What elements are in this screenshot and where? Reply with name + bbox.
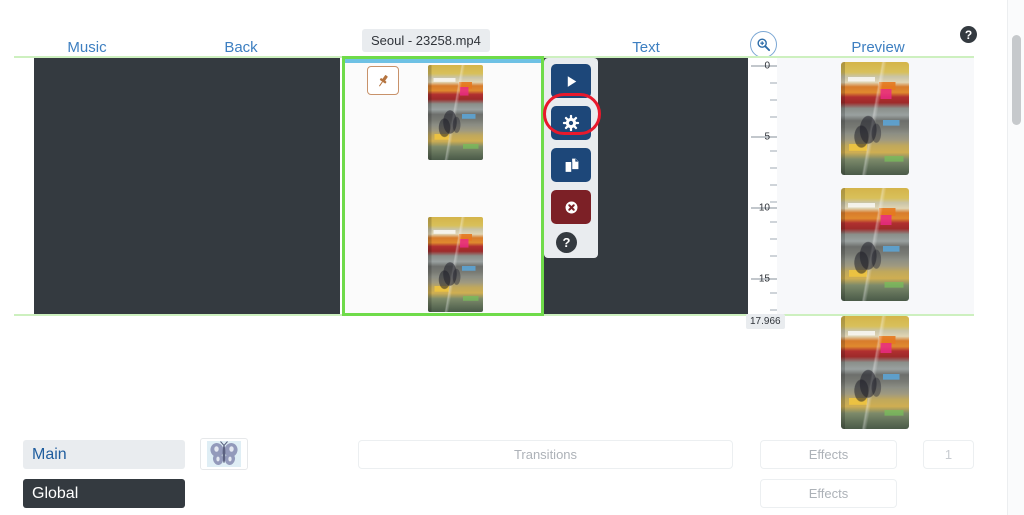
preview-thumbnail[interactable]	[841, 316, 909, 429]
help-icon[interactable]: ?	[960, 26, 977, 43]
toolbar-help-button[interactable]: ?	[556, 232, 577, 253]
close-circle-icon	[565, 201, 577, 213]
duration-badge: 17.966	[746, 314, 785, 329]
duplicate-button[interactable]	[551, 148, 591, 182]
effects-button-2[interactable]: Effects	[760, 479, 897, 508]
transitions-button[interactable]: Transitions	[358, 440, 733, 469]
header-label-back[interactable]: Back	[224, 39, 257, 56]
scope-button-global[interactable]: Global	[23, 479, 185, 508]
delete-button[interactable]	[551, 190, 591, 224]
timeline-track-left[interactable]	[34, 58, 340, 314]
header-label-text[interactable]: Text	[632, 39, 660, 56]
clip-thumbnail	[428, 65, 483, 160]
selected-clip[interactable]	[342, 56, 544, 316]
gear-icon	[562, 114, 580, 132]
clip-filename-tooltip: Seoul - 23258.mp4	[362, 29, 490, 52]
butterfly-icon	[207, 441, 241, 467]
clip-thumbnail	[428, 217, 483, 312]
zoom-in-button[interactable]	[750, 31, 777, 58]
ruler-tick-label: 10	[758, 202, 770, 214]
preview-thumbnail[interactable]	[841, 62, 909, 175]
butterfly-preview[interactable]	[200, 438, 248, 470]
page-scrollbar-thumb[interactable]	[1012, 35, 1021, 125]
header-label-preview[interactable]: Preview	[851, 39, 904, 56]
effects-button-1[interactable]: Effects	[760, 440, 897, 469]
clip-toolbar: ?	[544, 58, 598, 258]
preview-thumbnail[interactable]	[841, 188, 909, 301]
pushpin-icon	[378, 74, 388, 86]
magnifier-plus-icon	[757, 38, 771, 52]
settings-button[interactable]	[551, 106, 591, 140]
page-scrollbar-track[interactable]	[1007, 0, 1024, 515]
scope-button-main[interactable]: Main	[23, 440, 185, 469]
duplicate-icon	[564, 158, 578, 173]
ruler-tick-label: 5	[764, 131, 770, 143]
play-button[interactable]	[551, 64, 591, 98]
ruler-tick-label: 15	[758, 273, 770, 285]
clip-top-strip	[345, 59, 541, 63]
header-label-music[interactable]: Music	[67, 39, 106, 56]
pin-button[interactable]	[367, 66, 399, 95]
play-icon	[567, 75, 576, 87]
ruler-tick-label: 0	[764, 60, 770, 72]
timeline-ruler: 0 5 10 15	[749, 58, 777, 314]
count-input[interactable]: 1	[923, 440, 974, 469]
